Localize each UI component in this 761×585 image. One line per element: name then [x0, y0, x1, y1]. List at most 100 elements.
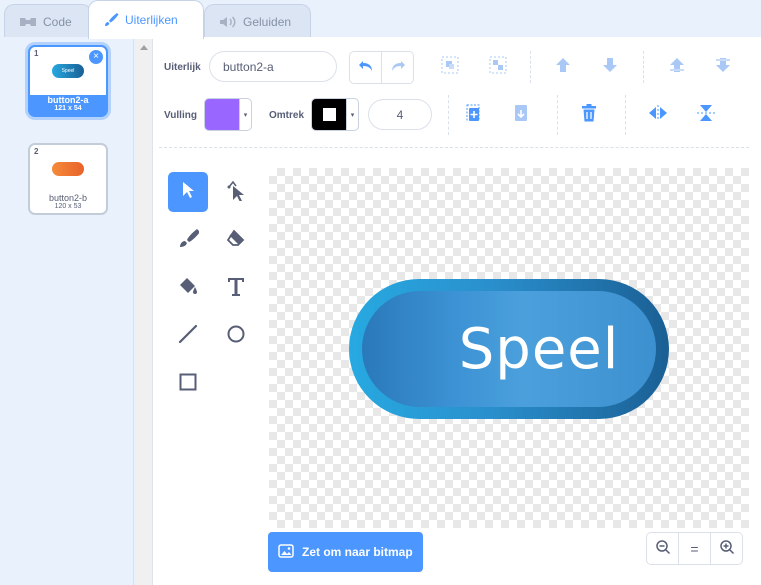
zoom-in-icon: [719, 539, 735, 558]
costume-name-input[interactable]: button2-a: [209, 51, 337, 82]
reshape-icon: [225, 179, 247, 206]
zoom-reset-icon: =: [690, 540, 699, 557]
costume-size: 120 x 53: [54, 203, 82, 210]
speaker-icon: [219, 15, 237, 29]
circle-tool[interactable]: [216, 316, 256, 356]
divider: [625, 95, 626, 135]
convert-to-bitmap-button[interactable]: Zet om naar bitmap: [268, 532, 423, 572]
fill-tool[interactable]: [168, 268, 208, 308]
fill-label: Vulling: [164, 110, 197, 121]
flip-vertical-icon: [695, 103, 717, 128]
rectangle-icon: [177, 371, 199, 398]
brush-icon: [103, 12, 119, 28]
copy-button[interactable]: [461, 103, 485, 127]
zoom-out-icon: [655, 539, 671, 558]
fill-color-swatch: [205, 99, 239, 130]
cursor-icon: [180, 180, 196, 205]
rectangle-tool[interactable]: [168, 364, 208, 404]
button-shape-inner: Speel: [362, 291, 656, 407]
tab-code[interactable]: Code: [4, 4, 92, 38]
delete-button[interactable]: [577, 103, 601, 127]
forward-button[interactable]: [551, 55, 575, 79]
button-text: Speel: [458, 316, 620, 382]
outline-label: Omtrek: [269, 110, 305, 121]
image-icon: [278, 543, 294, 561]
paint-editor: Uiterlijk button2-a Vulling ▾ Omtrek ▾ 4…: [153, 37, 761, 585]
costume-thumbnail: [30, 145, 106, 193]
arrow-top-icon: [667, 55, 687, 80]
costume-name-label: Uiterlijk: [164, 62, 201, 73]
zoom-controls: =: [646, 532, 743, 565]
arrow-bottom-icon: [713, 55, 733, 80]
tab-code-label: Code: [43, 14, 72, 29]
thumbnail-text: Speel: [61, 68, 75, 74]
paste-button[interactable]: [509, 103, 533, 127]
tab-costumes-label: Uiterlijken: [125, 13, 178, 27]
flip-vertical-button[interactable]: [694, 103, 718, 127]
divider: [557, 95, 558, 135]
divider: [448, 95, 449, 135]
costume-editor-app: Code Uiterlijken Geluiden 1 × Speel butt…: [0, 0, 761, 585]
fill-color-picker[interactable]: ▾: [204, 98, 252, 131]
divider: [643, 51, 644, 83]
undo-button[interactable]: [350, 52, 382, 83]
chevron-down-icon: ▾: [346, 99, 358, 130]
costume-number: 2: [34, 147, 39, 156]
toolbar-divider: [159, 147, 749, 148]
costume-number: 1: [34, 49, 39, 58]
trash-icon: [580, 103, 598, 128]
group-button[interactable]: [438, 55, 462, 79]
backward-button[interactable]: [598, 55, 622, 79]
scrollbar[interactable]: [135, 37, 153, 585]
divider: [530, 51, 531, 83]
zoom-out-button[interactable]: [647, 533, 678, 564]
ungroup-icon: [488, 55, 508, 80]
outline-width-input[interactable]: 4: [368, 99, 432, 130]
reshape-tool[interactable]: [216, 172, 256, 212]
costume-name: button2-b: [48, 193, 88, 203]
delete-icon[interactable]: ×: [89, 50, 103, 64]
eraser-tool[interactable]: [216, 220, 256, 260]
redo-button[interactable]: [382, 52, 413, 83]
zoom-reset-button[interactable]: =: [678, 533, 710, 564]
costume-item[interactable]: 1 × Speel button2-a 121 x 54: [28, 45, 108, 117]
outline-color-swatch: [312, 99, 346, 130]
arrow-up-icon: [553, 55, 573, 80]
paste-icon: [512, 103, 530, 128]
costume-size: 121 x 54: [54, 105, 82, 112]
convert-to-bitmap-label: Zet om naar bitmap: [302, 545, 413, 559]
tab-bar: Code Uiterlijken Geluiden: [0, 0, 761, 39]
drawing-canvas[interactable]: Speel: [269, 168, 749, 528]
code-icon: [19, 16, 37, 28]
costume-name: button2-a: [47, 95, 89, 105]
outline-color-picker[interactable]: ▾: [311, 98, 359, 131]
circle-icon: [225, 323, 247, 350]
line-icon: [177, 323, 199, 350]
costume-list: 1 × Speel button2-a 121 x 54 2 button2-b…: [0, 37, 134, 585]
flip-horizontal-icon: [647, 103, 669, 128]
flip-horizontal-button[interactable]: [646, 103, 670, 127]
undo-icon: [358, 59, 374, 77]
back-button[interactable]: [711, 55, 735, 79]
ungroup-button[interactable]: [486, 55, 510, 79]
select-tool[interactable]: [168, 172, 208, 212]
costume-label-area: button2-a 121 x 54: [30, 95, 106, 115]
brush-icon: [177, 227, 200, 254]
zoom-in-button[interactable]: [710, 533, 742, 564]
eraser-icon: [225, 227, 247, 254]
text-icon: [225, 275, 247, 302]
tab-sounds[interactable]: Geluiden: [204, 4, 311, 38]
tab-costumes[interactable]: Uiterlijken: [88, 0, 204, 39]
undo-redo-group: [349, 51, 414, 84]
text-tool[interactable]: [216, 268, 256, 308]
brush-tool[interactable]: [168, 220, 208, 260]
line-tool[interactable]: [168, 316, 208, 356]
group-icon: [440, 55, 460, 80]
paint-bucket-icon: [177, 275, 199, 302]
button-shape[interactable]: Speel: [349, 279, 669, 419]
scroll-up-icon[interactable]: [140, 45, 148, 50]
arrow-down-icon: [600, 55, 620, 80]
front-button[interactable]: [665, 55, 689, 79]
costume-item[interactable]: 2 button2-b 120 x 53: [28, 143, 108, 215]
redo-icon: [390, 59, 406, 77]
